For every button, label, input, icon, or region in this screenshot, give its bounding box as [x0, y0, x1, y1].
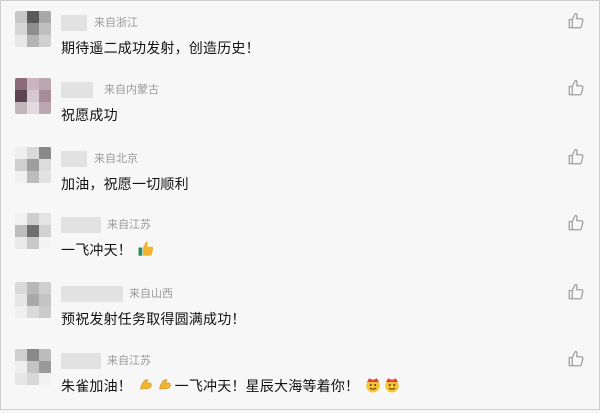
comment-text: 一飞冲天！ [61, 243, 132, 259]
comment-source: 来自内蒙古 [104, 83, 159, 96]
thumbs-up-outline-icon [568, 350, 584, 367]
comment-item: 来自内蒙古 祝愿成功 [1, 74, 599, 142]
thumbs-up-outline-icon [568, 283, 584, 300]
comment-text: 期待遥二成功发射，创造历史！ [61, 41, 260, 57]
username-redacted [61, 15, 87, 31]
avatar[interactable] [15, 213, 51, 249]
face-emoji [366, 378, 380, 393]
username-redacted [61, 217, 101, 233]
avatar[interactable] [15, 11, 51, 47]
comment-item: 来自江苏 朱雀加油！ 一飞冲天！星辰大海等着你！ [1, 345, 599, 413]
avatar[interactable] [15, 147, 51, 183]
username-redacted [61, 353, 101, 369]
comment-source: 来自江苏 [107, 354, 151, 367]
comment-text: 加油，祝愿一切顺利 [61, 177, 189, 193]
comment-source: 来自浙江 [94, 16, 138, 29]
comment-source: 来自北京 [94, 152, 138, 165]
avatar[interactable] [15, 349, 51, 385]
comment-text: 祝愿成功 [61, 108, 118, 124]
comment-text-line: 朱雀加油！ 一飞冲天！星辰大海等着你！ [61, 376, 402, 396]
comment-text-line: 一飞冲天！ [61, 240, 156, 260]
like-button[interactable] [567, 283, 585, 301]
comment-source: 来自山西 [129, 287, 173, 300]
thumbs-up-emoji [138, 241, 153, 256]
thumbs-up-outline-icon [568, 79, 584, 96]
comment-source: 来自江苏 [107, 218, 151, 231]
comment-item: 来自浙江 期待遥二成功发射，创造历史！ [1, 7, 599, 75]
username-redacted [61, 151, 87, 167]
comment-text: 一飞冲天！星辰大海等着你！ [174, 379, 360, 395]
like-button[interactable] [567, 79, 585, 97]
like-button[interactable] [567, 148, 585, 166]
face-emoji [385, 378, 399, 393]
username-redacted [61, 82, 93, 98]
thumbs-up-outline-icon [568, 12, 584, 29]
avatar[interactable] [15, 78, 51, 114]
like-button[interactable] [567, 12, 585, 30]
comment-text: 预祝发射任务取得圆满成功！ [61, 312, 246, 328]
flexed-biceps-emoji [140, 379, 152, 390]
flexed-biceps-emoji [159, 379, 171, 390]
comment-text: 朱雀加油！ [61, 379, 132, 395]
thumbs-up-outline-icon [568, 214, 584, 231]
comment-item: 来自江苏 一飞冲天！ [1, 209, 599, 277]
like-button[interactable] [567, 350, 585, 368]
avatar[interactable] [15, 282, 51, 318]
like-button[interactable] [567, 214, 585, 232]
username-redacted [61, 286, 123, 302]
comment-item: 来自北京 加油，祝愿一切顺利 [1, 143, 599, 211]
thumbs-up-outline-icon [568, 148, 584, 165]
comment-item: 来自山西 预祝发射任务取得圆满成功！ [1, 278, 599, 346]
comment-list: 来自浙江 期待遥二成功发射，创造历史！ 来自内蒙古 祝愿成功 来自北京 加油，祝… [0, 0, 600, 410]
